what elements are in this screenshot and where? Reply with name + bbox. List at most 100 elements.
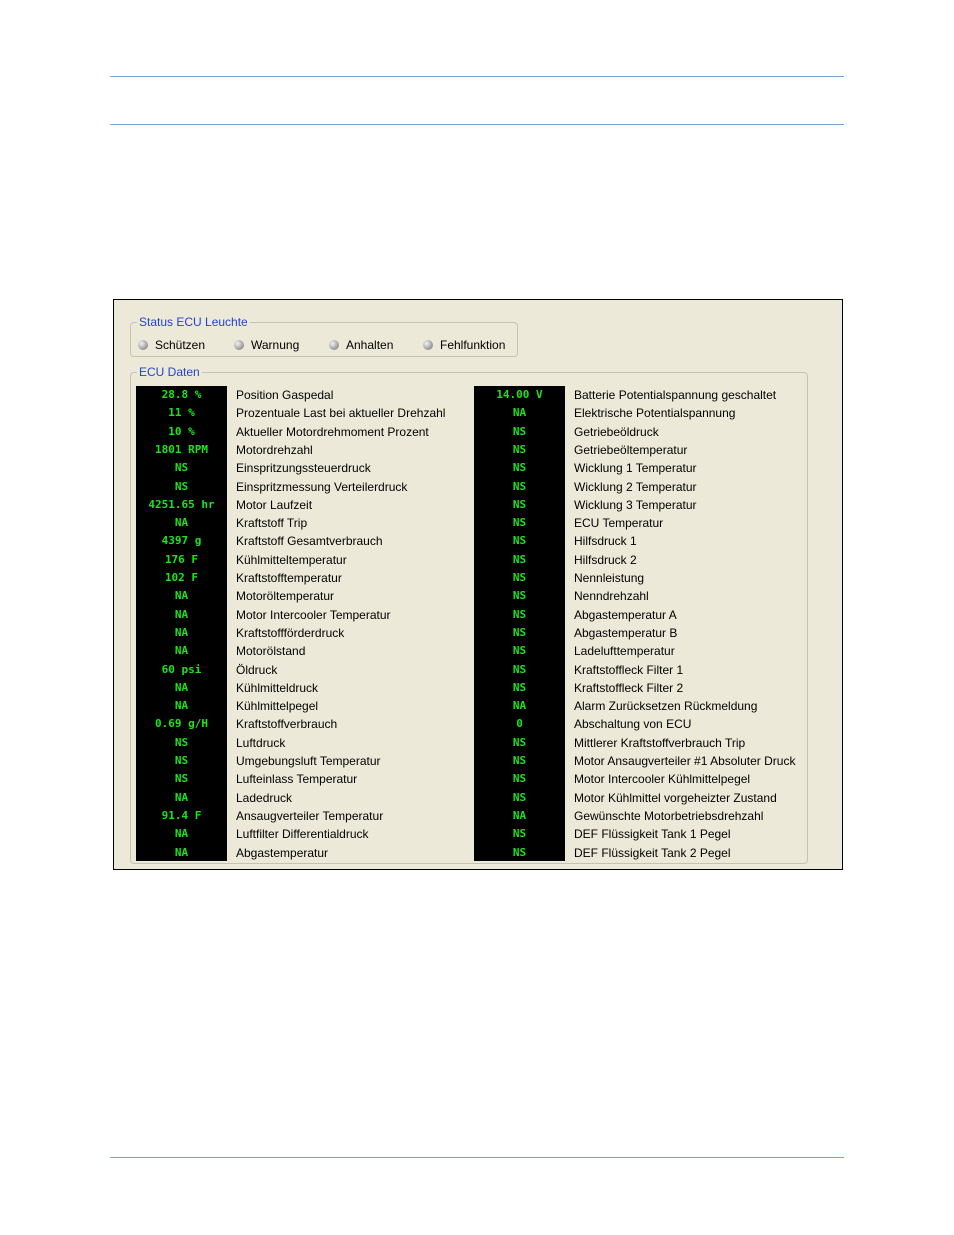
led-indicator-icon	[423, 340, 433, 350]
ecu-data-row: NS Abgastemperatur B	[474, 624, 804, 642]
ecu-data-row: 14.00 V Batterie Potentialspannung gescha…	[474, 386, 804, 404]
ecu-value: NS	[174, 772, 189, 786]
ecu-label: Wicklung 3 Temperatur	[574, 497, 697, 512]
ecu-data-row: NA Gewünschte Motorbetriebsdrehzahl	[474, 807, 804, 825]
ecu-label: Öldruck	[236, 662, 278, 677]
ecu-value: NS	[512, 662, 527, 676]
ecu-data-row: NS Motor Intercooler Kühlmittelpegel	[474, 770, 804, 788]
ecu-value: 102 F	[164, 571, 199, 584]
ecu-data-row: NA Kühlmittelpegel	[136, 697, 466, 715]
ecu-data-row: NS Getriebeöldruck	[474, 423, 804, 441]
led-label: Fehlfunktion	[440, 338, 506, 352]
ecu-data-row: 60 psi Öldruck	[136, 661, 466, 679]
ecu-value: NS	[174, 461, 189, 475]
ecu-value: NS	[512, 442, 527, 456]
ecu-value: NS	[512, 644, 527, 658]
ecu-data-row: NS Hilfsdruck 2	[474, 551, 804, 569]
ecu-label: Motor Intercooler Kühlmittelpegel	[574, 772, 751, 787]
ecu-data-row: NS Kraftstoffleck Filter 2	[474, 679, 804, 697]
ecu-value: NS	[512, 424, 527, 438]
ecu-value: NA	[174, 790, 189, 804]
ecu-label: Motor Ansaugverteiler #1 Absoluter Druck	[574, 754, 796, 768]
status-group-title: Status ECU Leuchte	[137, 314, 250, 330]
ecu-value: NS	[174, 754, 189, 767]
ecu-label: Hilfsdruck 2	[574, 552, 637, 567]
ecu-value: NA	[512, 406, 527, 420]
ecu-label: DEF Flüssigkeit Tank 1 Pegel	[574, 827, 731, 842]
ecu-data-row: NS Einspritzmessung Verteilerdruck	[136, 478, 466, 496]
ecu-value: NA	[174, 607, 189, 621]
ecu-data-row: NA Motor Intercooler Temperatur	[136, 606, 466, 624]
ecu-label: DEF Flüssigkeit Tank 2 Pegel	[574, 845, 731, 860]
ecu-data-row: NS Wicklung 2 Temperatur	[474, 478, 804, 496]
ecu-label: Motoröltemperatur	[236, 589, 335, 604]
ecu-data-row: 91.4 F Ansaugverteiler Temperatur	[136, 807, 466, 825]
ecu-label: Nennleistung	[574, 571, 645, 585]
ecu-data-row: NS DEF Flüssigkeit Tank 2 Pegel	[474, 844, 804, 862]
ecu-data-row: 28.8 % Position Gaspedal	[136, 386, 466, 404]
ecu-label: Getriebeöldruck	[574, 424, 659, 439]
ecu-value: 0	[516, 717, 523, 731]
ecu-data-row: NA Alarm Zurücksetzen Rückmeldung	[474, 697, 804, 715]
status-ecu-leuchte-group: Status ECU Leuchte Schützen Warnung Anha…	[130, 314, 518, 357]
ecu-value: NS	[174, 735, 189, 749]
ecu-value: NS	[512, 461, 527, 475]
ecu-label: Kraftstoffleck Filter 2	[574, 680, 684, 695]
led-indicator-icon	[234, 340, 244, 350]
led-label: Schützen	[155, 338, 206, 352]
ecu-label: Ansaugverteiler Temperatur	[236, 808, 384, 823]
ecu-daten-group: ECU Daten 28.8 % Position Gaspedal 11 % Pro…	[130, 364, 808, 864]
led-warnung: Warnung	[234, 337, 299, 353]
led-indicator-icon	[329, 340, 339, 350]
ecu-data-row: NA Motoröltemperatur	[136, 587, 466, 605]
ecu-label: Mittlerer Kraftstoffverbrauch Trip	[574, 735, 746, 750]
footer-rule	[110, 1157, 844, 1158]
ecu-label: Motor Kühlmittel vorgeheizter Zustand	[574, 790, 777, 805]
ecu-label: Motor Laufzeit	[236, 497, 313, 512]
ecu-value: NS	[512, 534, 527, 548]
ecu-label: Ladedruck	[236, 790, 293, 805]
ecu-label: Elektrische Potentialspannung	[574, 406, 736, 421]
ecu-value: 4397 g	[161, 534, 202, 548]
ecu-value: NA	[174, 699, 189, 713]
ecu-label: Wicklung 1 Temperatur	[574, 461, 697, 476]
ecu-data-row: NS Mittlerer Kraftstoffverbrauch Trip	[474, 734, 804, 752]
ecu-label: Prozentuale Last bei aktueller Drehzahl	[236, 406, 446, 421]
ecu-label: Luftdruck	[236, 735, 286, 750]
ecu-data-row: NA Ladedruck	[136, 789, 466, 807]
ecu-data-row: NS Motor Ansaugverteiler #1 Absoluter Dru…	[474, 752, 804, 770]
ecu-data-row: NS Getriebeöltemperatur	[474, 441, 804, 459]
ecu-data-row: 10 % Aktueller Motordrehmoment Prozent	[136, 423, 466, 441]
ecu-value: NS	[512, 497, 527, 511]
ecu-value: NS	[512, 571, 527, 584]
ecu-value: NS	[512, 680, 527, 694]
ecu-label: Aktueller Motordrehmoment Prozent	[236, 424, 429, 439]
ecu-value: 1801 RPM	[155, 442, 208, 456]
ecu-value: NA	[174, 516, 189, 530]
ecu-value: NA	[174, 644, 189, 658]
ecu-data-row: NS Luftdruck	[136, 734, 466, 752]
led-indicator-icon	[138, 340, 148, 350]
ecu-value: NS	[512, 790, 527, 804]
led-label: Anhalten	[346, 338, 394, 352]
ecu-data-row: NA Luftfilter Differentialdruck	[136, 825, 466, 843]
ecu-data-row: NA Abgastemperatur	[136, 844, 466, 862]
ecu-label: Ladelufttemperatur	[574, 644, 675, 659]
ecu-data-row: NS Nennleistung	[474, 569, 804, 587]
ecu-label: Motor Intercooler Temperatur	[236, 607, 391, 622]
ecu-value: 4251.65 hr	[148, 497, 215, 511]
ecu-label: Kraftstoffleck Filter 1	[574, 662, 684, 677]
ecu-label: Einspritzmessung Verteilerdruck	[236, 479, 408, 494]
ecu-data-row: 11 % Prozentuale Last bei aktueller Drehz…	[136, 404, 466, 422]
ecu-label: Kraftstoff Trip	[236, 516, 308, 531]
ecu-data-row: NS Wicklung 3 Temperatur	[474, 496, 804, 514]
ecu-value: NS	[512, 589, 527, 603]
header-rule-bottom	[110, 124, 844, 125]
ecu-value: NS	[174, 479, 189, 493]
ecu-data-row: NS Wicklung 1 Temperatur	[474, 459, 804, 477]
ecu-label: Abschaltung von ECU	[574, 717, 692, 732]
header-rule-top	[110, 76, 844, 77]
ecu-value: NA	[174, 625, 189, 639]
ecu-label: ECU Temperatur	[574, 516, 664, 531]
ecu-value: 0.69 g/H	[155, 717, 208, 731]
